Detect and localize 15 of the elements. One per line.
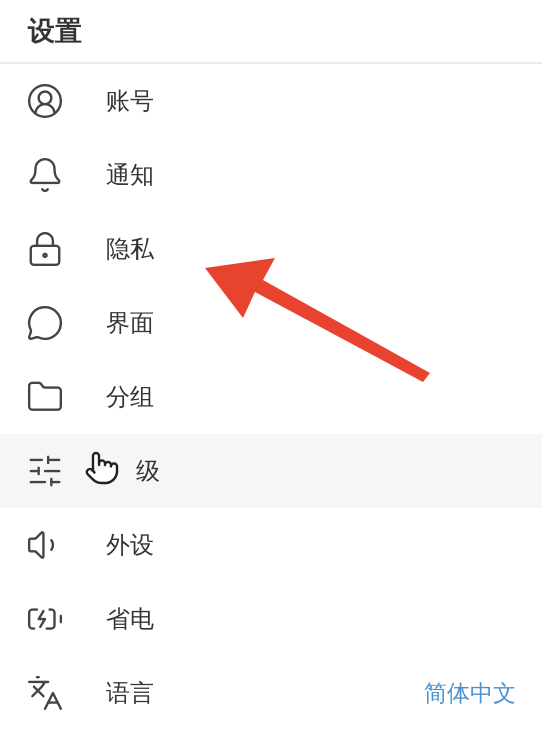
- item-label: 界面: [106, 308, 155, 339]
- chat-bubble-icon: [26, 304, 64, 342]
- item-label: 级: [135, 456, 161, 487]
- item-label: 外设: [106, 530, 155, 561]
- translate-icon: [26, 674, 64, 712]
- page-title: 设置: [28, 15, 82, 49]
- item-label: 分组: [106, 382, 155, 413]
- settings-item[interactable]: 级: [0, 434, 542, 508]
- item-value: 简体中文: [424, 680, 516, 708]
- user-icon: [26, 82, 64, 120]
- item-label: 隐私: [106, 234, 155, 265]
- item-label: 省电: [106, 604, 155, 635]
- item-label: 语言: [106, 678, 155, 709]
- item-label: 通知: [106, 160, 155, 191]
- item-label: 账号: [106, 86, 155, 117]
